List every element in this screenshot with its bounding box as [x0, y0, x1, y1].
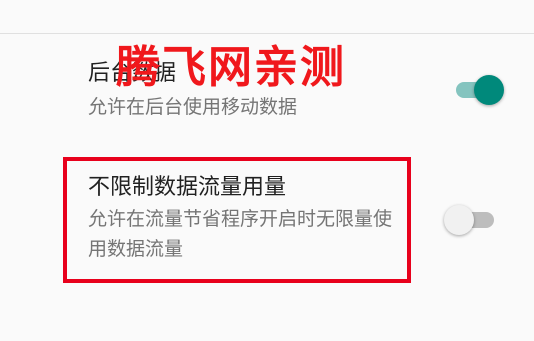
- switch-thumb: [474, 75, 504, 105]
- switch-thumb: [444, 205, 474, 235]
- highlight-annotation-box: [63, 157, 411, 283]
- watermark-text: 腾飞网亲测: [116, 42, 346, 93]
- background-data-switch-on-icon[interactable]: [452, 74, 504, 106]
- top-divider: [0, 33, 534, 34]
- unrestricted-data-switch-off-icon[interactable]: [444, 204, 496, 236]
